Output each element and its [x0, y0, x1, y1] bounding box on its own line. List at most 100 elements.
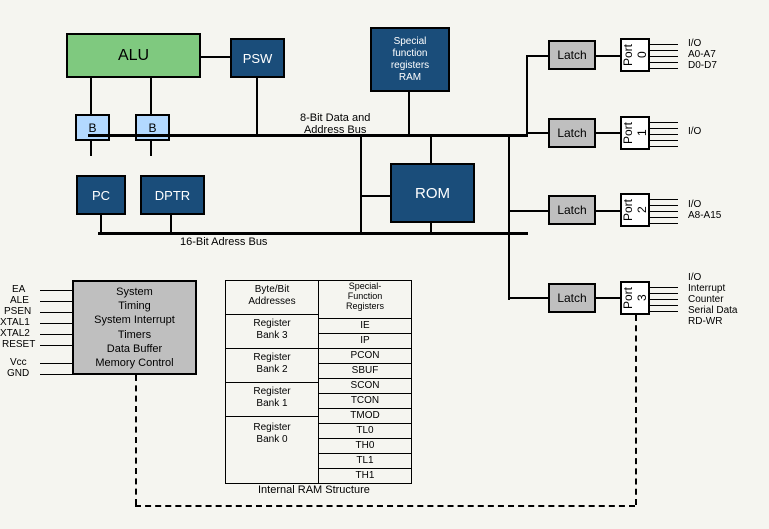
wire: [201, 56, 230, 58]
port0-a0a7: A0-A7: [688, 49, 716, 60]
wire: [360, 135, 362, 233]
sfr-sbuf: SBUF: [319, 364, 411, 379]
port-1: Port 1: [620, 116, 650, 150]
sfr-tmod: TMOD: [319, 409, 411, 424]
pin-line: [40, 323, 72, 324]
port-1-label: Port 1: [621, 118, 649, 148]
pin-psen: PSEN: [4, 306, 31, 317]
timing-block: System Timing System Interrupt Timers Da…: [72, 280, 197, 375]
pin-ea: EA: [12, 284, 25, 295]
pin-line: [40, 334, 72, 335]
sfr-ie: IE: [319, 319, 411, 334]
pc-block: PC: [76, 175, 126, 215]
port-3: Port 3: [620, 281, 650, 315]
wire: [526, 55, 548, 57]
ram-bank2: Register Bank 2: [226, 349, 318, 383]
port-pin: [650, 287, 678, 288]
ram-left-header: Byte/Bit Addresses: [226, 281, 318, 315]
latch-1: Latch: [548, 118, 596, 148]
port-2-label: Port 2: [621, 195, 649, 225]
port-pin: [650, 217, 678, 218]
pin-vcc: Vcc: [10, 357, 27, 368]
port0-d0d7: D0-D7: [688, 60, 717, 71]
data-bus-label: 8-Bit Data and Address Bus: [300, 112, 370, 136]
ram-bank0: Register Bank 0: [226, 417, 318, 460]
port-pin: [650, 305, 678, 306]
addr-bus: [98, 232, 528, 235]
dash-wire: [135, 375, 137, 505]
wire: [100, 215, 102, 233]
wire: [508, 135, 510, 212]
pin-reset: RESET: [2, 339, 35, 350]
wire: [430, 135, 432, 163]
pin-gnd: GND: [7, 368, 29, 379]
port-3-label: Port 3: [621, 283, 649, 313]
port-pin: [650, 223, 678, 224]
port0-io: I/O: [688, 38, 701, 49]
sfr-tcon: TCON: [319, 394, 411, 409]
alu-block: ALU: [66, 33, 201, 78]
ram-caption: Internal RAM Structure: [258, 484, 370, 496]
wire: [150, 141, 152, 156]
pin-line: [40, 290, 72, 291]
pin-line: [40, 374, 72, 375]
port-0-label: Port 0: [621, 40, 649, 70]
port1-io: I/O: [688, 126, 701, 137]
port-pin: [650, 205, 678, 206]
sfr-ip: IP: [319, 334, 411, 349]
ram-bank3: Register Bank 3: [226, 315, 318, 349]
port3-serial: Serial Data: [688, 305, 737, 316]
port-2: Port 2: [620, 193, 650, 227]
wire: [430, 223, 432, 233]
latch-0: Latch: [548, 40, 596, 70]
sfr-scon: SCON: [319, 379, 411, 394]
wire: [90, 141, 92, 156]
pin-line: [40, 312, 72, 313]
ram-bank1: Register Bank 1: [226, 383, 318, 417]
dash-wire: [635, 315, 637, 505]
port-pin: [650, 140, 678, 141]
port-pin: [650, 146, 678, 147]
addr-bus-label: 16-Bit Adress Bus: [180, 236, 267, 248]
ram-structure: Byte/Bit Addresses Register Bank 3 Regis…: [225, 280, 412, 484]
port-pin: [650, 299, 678, 300]
wire: [596, 55, 620, 57]
port-pin: [650, 211, 678, 212]
wire: [596, 132, 620, 134]
latch-2: Latch: [548, 195, 596, 225]
pin-xtal2: XTAL2: [0, 328, 30, 339]
wire: [526, 132, 548, 134]
port-pin: [650, 311, 678, 312]
port-0: Port 0: [620, 38, 650, 72]
port-pin: [650, 128, 678, 129]
port3-rdwr: RD-WR: [688, 316, 722, 327]
wire: [508, 210, 510, 300]
sfr-th1: TH1: [319, 469, 411, 483]
port-pin: [650, 68, 678, 69]
port-pin: [650, 50, 678, 51]
port3-interrupt: Interrupt: [688, 283, 725, 294]
sfr-ram-block: Special function registers RAM: [370, 27, 450, 92]
wire: [408, 92, 410, 134]
port-pin: [650, 122, 678, 123]
pin-line: [40, 301, 72, 302]
pin-line: [40, 345, 72, 346]
dptr-block: DPTR: [140, 175, 205, 215]
port-pin: [650, 134, 678, 135]
sfr-tl1: TL1: [319, 454, 411, 469]
wire: [90, 78, 92, 114]
rom-block: ROM: [390, 163, 475, 223]
port2-a8a15: A8-A15: [688, 210, 721, 221]
wire: [596, 297, 620, 299]
port-pin: [650, 62, 678, 63]
port-pin: [650, 293, 678, 294]
wire: [596, 210, 620, 212]
port3-io: I/O: [688, 272, 701, 283]
psw-block: PSW: [230, 38, 285, 78]
pin-xtal1: XTAL1: [0, 317, 30, 328]
pin-ale: ALE: [10, 295, 29, 306]
sfr-tl0: TL0: [319, 424, 411, 439]
port-pin: [650, 44, 678, 45]
port-pin: [650, 56, 678, 57]
latch-3: Latch: [548, 283, 596, 313]
